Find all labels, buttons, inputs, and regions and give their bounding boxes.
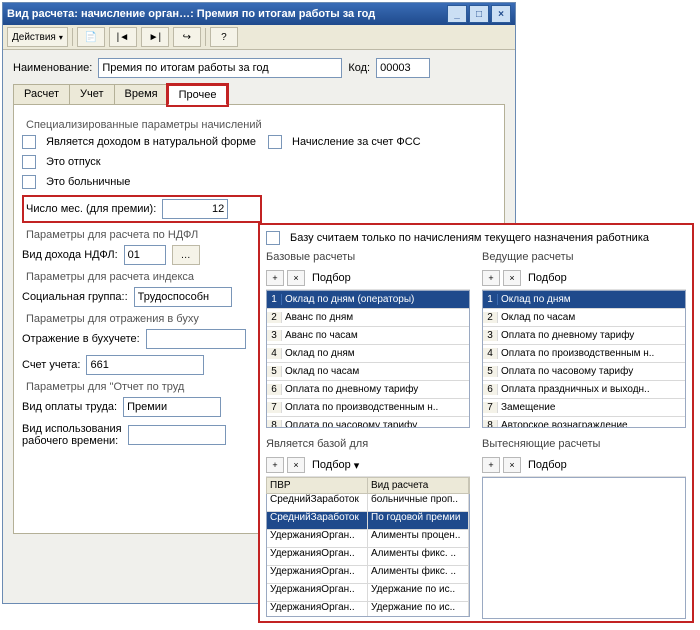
podb-link-1[interactable]: Подбор bbox=[312, 272, 351, 284]
cb-current-assignment[interactable] bbox=[266, 231, 280, 245]
grid-head-pvr: ПВР bbox=[267, 478, 368, 493]
close-button[interactable]: × bbox=[491, 5, 511, 23]
isbase-title: Является базой для bbox=[266, 438, 470, 450]
displ-list[interactable] bbox=[482, 477, 686, 619]
list-item[interactable]: 7Оплата по производственным н.. bbox=[267, 399, 469, 417]
list-item[interactable]: 8Авторское вознаграждение bbox=[483, 417, 685, 428]
list-item[interactable]: 5Оплата по часовому тарифу bbox=[483, 363, 685, 381]
grid-head-vid: Вид расчета bbox=[368, 478, 469, 493]
main-toolbar: Действия 📄 |◄ ►| ↪ ? bbox=[3, 25, 515, 50]
list-item[interactable]: 5Оклад по часам bbox=[267, 363, 469, 381]
code-input[interactable] bbox=[376, 58, 430, 78]
displ-title: Вытесняющие расчеты bbox=[482, 438, 686, 450]
cb-current-assignment-label: Базу считаем только по начислениям текущ… bbox=[290, 232, 649, 244]
pay-input[interactable] bbox=[123, 397, 221, 417]
acct-input[interactable] bbox=[86, 355, 204, 375]
base-calc-title: Базовые расчеты bbox=[266, 251, 470, 263]
list-item[interactable]: 3Оплата по дневному тарифу bbox=[483, 327, 685, 345]
add-icon[interactable]: + bbox=[266, 270, 284, 286]
ndfl-input[interactable] bbox=[124, 245, 166, 265]
next-icon[interactable]: ►| bbox=[141, 27, 169, 47]
pay-label: Вид оплаты труда: bbox=[22, 401, 117, 413]
table-row[interactable]: СреднийЗаработокбольничные проп.. bbox=[267, 494, 469, 512]
buh-input[interactable] bbox=[146, 329, 246, 349]
acct-label: Счет учета: bbox=[22, 359, 80, 371]
cb-boln[interactable] bbox=[22, 175, 36, 189]
lead-calc-list[interactable]: 1Оклад по дням2Оклад по часам3Оплата по … bbox=[482, 290, 686, 428]
del-icon-4[interactable]: × bbox=[503, 457, 521, 473]
window-title: Вид расчета: начисление орган…: Премия п… bbox=[7, 8, 375, 20]
name-label: Наименование: bbox=[13, 62, 92, 74]
podb-link-3[interactable]: Подбор bbox=[312, 459, 351, 471]
list-item[interactable]: 8Оплата по часовому тарифу bbox=[267, 417, 469, 428]
podb-link-4[interactable]: Подбор bbox=[528, 459, 567, 471]
code-label: Код: bbox=[348, 62, 370, 74]
cb-natural-label: Является доходом в натуральной форме bbox=[46, 136, 256, 148]
use-input[interactable] bbox=[128, 425, 226, 445]
del-icon[interactable]: × bbox=[287, 270, 305, 286]
help-icon[interactable]: ? bbox=[210, 27, 238, 47]
podb-link-2[interactable]: Подбор bbox=[528, 272, 567, 284]
tab-vremya[interactable]: Время bbox=[114, 84, 169, 104]
ndfl-dropdown-icon[interactable]: … bbox=[172, 245, 200, 265]
add-icon-2[interactable]: + bbox=[482, 270, 500, 286]
months-label: Число мес. (для премии): bbox=[26, 203, 156, 215]
cb-otpusk-label: Это отпуск bbox=[46, 156, 101, 168]
actions-menu[interactable]: Действия bbox=[7, 27, 68, 47]
group-spec: Специализированные параметры начислений bbox=[26, 119, 496, 131]
del-icon-3[interactable]: × bbox=[287, 457, 305, 473]
prev-icon[interactable]: |◄ bbox=[109, 27, 137, 47]
list-item[interactable]: 4Оклад по дням bbox=[267, 345, 469, 363]
list-item[interactable]: 4Оплата по производственным н.. bbox=[483, 345, 685, 363]
del-icon-2[interactable]: × bbox=[503, 270, 521, 286]
list-item[interactable]: 1Оклад по дням bbox=[483, 291, 685, 309]
list-item[interactable]: 2Аванс по дням bbox=[267, 309, 469, 327]
tab-raschet[interactable]: Расчет bbox=[13, 84, 70, 104]
table-row[interactable]: УдержанияОрган..Алименты процен.. bbox=[267, 530, 469, 548]
table-row[interactable]: УдержанияОрган..Удержание по ис.. bbox=[267, 584, 469, 602]
cb-boln-label: Это больничные bbox=[46, 176, 130, 188]
soc-label: Социальная группа:: bbox=[22, 291, 128, 303]
tab-prochee[interactable]: Прочее bbox=[168, 85, 228, 105]
table-row[interactable]: СреднийЗаработокПо годовой премии bbox=[267, 512, 469, 530]
cb-otpusk[interactable] bbox=[22, 155, 36, 169]
list-item[interactable]: 7Замещение bbox=[483, 399, 685, 417]
cb-natural[interactable] bbox=[22, 135, 36, 149]
base-calc-overlay: Базу считаем только по начислениям текущ… bbox=[258, 223, 694, 623]
months-input[interactable] bbox=[162, 199, 228, 219]
use-label: Вид использования рабочего времени: bbox=[22, 423, 122, 447]
tab-uchet[interactable]: Учет bbox=[69, 84, 115, 104]
cb-fss[interactable] bbox=[268, 135, 282, 149]
name-input[interactable] bbox=[98, 58, 342, 78]
list-item[interactable]: 6Оплата праздничных и выходн.. bbox=[483, 381, 685, 399]
soc-input[interactable] bbox=[134, 287, 232, 307]
add-icon-3[interactable]: + bbox=[266, 457, 284, 473]
tabstrip: Расчет Учет Время Прочее bbox=[13, 84, 505, 105]
list-item[interactable]: 6Оплата по дневному тарифу bbox=[267, 381, 469, 399]
maximize-button[interactable]: □ bbox=[469, 5, 489, 23]
table-row[interactable]: УдержанияОрган..Алименты фикс. .. bbox=[267, 548, 469, 566]
isbase-grid[interactable]: СреднийЗаработокбольничные проп..Средний… bbox=[266, 494, 470, 617]
lead-calc-title: Ведущие расчеты bbox=[482, 251, 686, 263]
list-item[interactable]: 2Оклад по часам bbox=[483, 309, 685, 327]
titlebar: Вид расчета: начисление орган…: Премия п… bbox=[3, 3, 515, 25]
base-calc-list[interactable]: 1Оклад по дням (операторы)2Аванс по дням… bbox=[266, 290, 470, 428]
go-icon[interactable]: ↪ bbox=[173, 27, 201, 47]
list-item[interactable]: 3Аванс по часам bbox=[267, 327, 469, 345]
ndfl-label: Вид дохода НДФЛ: bbox=[22, 249, 118, 261]
table-row[interactable]: УдержанияОрган..Удержание по ис.. bbox=[267, 602, 469, 617]
cb-fss-label: Начисление за счет ФСС bbox=[292, 136, 421, 148]
list-item[interactable]: 1Оклад по дням (операторы) bbox=[267, 291, 469, 309]
new-icon[interactable]: 📄 bbox=[77, 27, 105, 47]
minimize-button[interactable]: _ bbox=[447, 5, 467, 23]
buh-label: Отражение в бухучете: bbox=[22, 333, 140, 345]
add-icon-4[interactable]: + bbox=[482, 457, 500, 473]
table-row[interactable]: УдержанияОрган..Алименты фикс. .. bbox=[267, 566, 469, 584]
